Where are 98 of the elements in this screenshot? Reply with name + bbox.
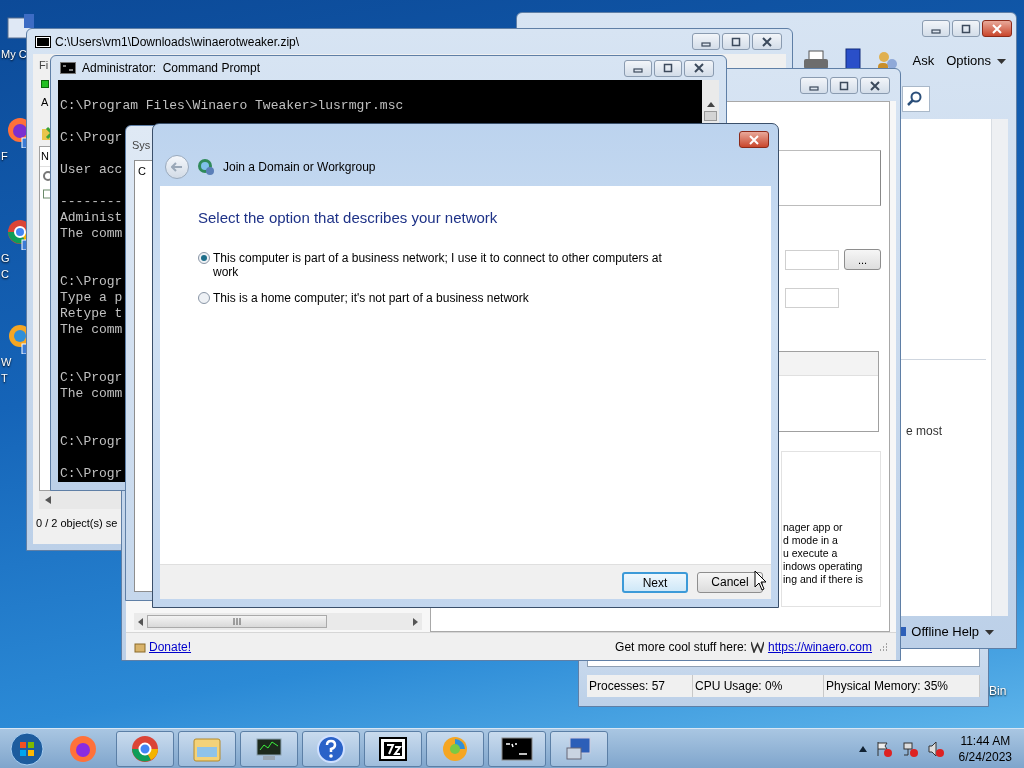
clock-date: 6/24/2023 xyxy=(958,748,1012,765)
window-title: Sys xyxy=(132,138,151,153)
console-icon xyxy=(60,62,76,74)
radio-option[interactable]: This computer is part of a business network; I use it to connect to other computers at work xyxy=(198,250,678,279)
icon-label: C xyxy=(0,267,9,282)
network-icon xyxy=(197,158,215,176)
monitor-icon xyxy=(254,735,284,762)
body-text: e most xyxy=(906,423,943,440)
close-button[interactable] xyxy=(739,131,769,148)
speaker-icon xyxy=(926,739,945,758)
left-arrow-icon xyxy=(138,617,143,626)
close-icon xyxy=(761,36,773,47)
chrome-icon xyxy=(130,733,160,764)
website-link[interactable]: https://winaero.com xyxy=(767,637,872,656)
gear-icon xyxy=(43,171,53,181)
status-light xyxy=(41,80,49,88)
up-arrow-icon xyxy=(706,102,715,107)
description-text: indows operating xyxy=(783,560,864,573)
donate-link[interactable]: Donate! xyxy=(149,637,192,656)
radio-button[interactable] xyxy=(198,251,210,264)
search-icon xyxy=(907,91,923,107)
dialog-heading: Select the option that describes your network xyxy=(198,208,499,228)
radio-button[interactable] xyxy=(198,291,210,304)
text-field[interactable] xyxy=(785,249,839,270)
icon-label: Bin xyxy=(989,683,1007,700)
description-text: u execute a xyxy=(783,547,839,560)
back-arrow-icon xyxy=(171,162,183,172)
close-button[interactable] xyxy=(982,20,1012,37)
radio-option[interactable]: This is a home computer; it's not part of a business network xyxy=(198,290,678,305)
tab-label[interactable]: C xyxy=(138,163,146,180)
status-text: CPU Usage: 0% xyxy=(693,675,824,697)
maximize-button[interactable] xyxy=(722,33,750,50)
computer-icon xyxy=(564,734,594,763)
resize-grip-icon xyxy=(878,641,888,652)
maximize-icon xyxy=(960,23,972,34)
firefox-icon xyxy=(68,733,98,764)
icon-label: T xyxy=(0,371,8,386)
next-button[interactable]: Next xyxy=(622,571,688,593)
status-text: Processes: 57 xyxy=(587,675,693,697)
console-icon xyxy=(501,735,533,762)
maximize-button[interactable] xyxy=(952,20,980,37)
window-title: Administrator: Command Prompt xyxy=(82,60,262,77)
icon-label: F xyxy=(0,149,8,164)
column-header[interactable]: N xyxy=(41,148,49,165)
clock-time: 11:44 AM xyxy=(960,732,1011,749)
w-logo-icon xyxy=(750,640,764,653)
maximize-icon xyxy=(662,63,674,73)
maximize-icon xyxy=(730,36,742,47)
icon-label: G xyxy=(0,251,10,266)
maximize-icon xyxy=(838,80,850,91)
search-field[interactable] xyxy=(902,86,930,112)
windows-logo-icon xyxy=(10,731,44,766)
promo-text: Get more cool stuff here: xyxy=(615,638,747,656)
archive-icon xyxy=(35,35,51,48)
description-text: ing and if there is xyxy=(783,573,864,586)
close-button[interactable] xyxy=(684,59,714,77)
left-arrow-icon xyxy=(45,496,51,504)
cancel-button[interactable]: Cancel xyxy=(697,571,763,593)
maximize-button[interactable] xyxy=(654,59,682,77)
dialog-title: Join a Domain or Workgroup xyxy=(223,159,376,176)
options-menu[interactable]: Options xyxy=(946,51,1006,71)
offline-help-menu[interactable]: Offline Help xyxy=(911,622,994,642)
window-title: C:\Users\vm1\Downloads\winaerotweaker.zip\ xyxy=(55,33,301,51)
scroll-thumb[interactable] xyxy=(147,615,327,628)
grip-icon xyxy=(233,618,241,625)
menu-item[interactable]: Fi xyxy=(39,57,49,74)
description-text: nager app or xyxy=(783,521,844,534)
ask-label[interactable]: Ask xyxy=(912,51,935,71)
icon-label: W xyxy=(0,355,12,370)
close-button[interactable] xyxy=(860,77,890,94)
taskbar-button[interactable] xyxy=(364,730,422,767)
up-arrow-icon xyxy=(858,745,867,752)
network-icon xyxy=(900,739,919,758)
close-button[interactable] xyxy=(752,33,782,50)
caret-icon xyxy=(997,58,1006,64)
gift-icon xyxy=(134,640,146,653)
close-icon xyxy=(693,63,705,73)
icon-label: My C xyxy=(0,47,27,62)
clock[interactable]: 11:44 AM 6/24/2023 xyxy=(952,732,1012,765)
scroll-thumb xyxy=(704,111,717,121)
close-icon xyxy=(991,23,1003,34)
description-text: d mode in a xyxy=(783,534,839,547)
status-text: Physical Memory: 35% xyxy=(824,675,980,697)
flag-icon xyxy=(874,739,893,758)
maximize-button[interactable] xyxy=(830,77,858,94)
status-text: 0 / 2 object(s) se xyxy=(36,516,118,531)
close-icon xyxy=(869,80,881,91)
taskbar-button[interactable] xyxy=(488,730,546,767)
taskbar-button[interactable] xyxy=(240,730,298,767)
browse-button[interactable]: ... xyxy=(844,249,881,270)
caret-icon xyxy=(985,629,994,635)
close-icon xyxy=(748,134,760,145)
toolbar-label[interactable]: A xyxy=(41,94,49,111)
archive-icon xyxy=(378,735,408,762)
text-field[interactable] xyxy=(785,288,839,308)
cursor-icon xyxy=(754,570,768,592)
right-arrow-icon xyxy=(413,617,418,626)
help-icon xyxy=(316,733,346,764)
